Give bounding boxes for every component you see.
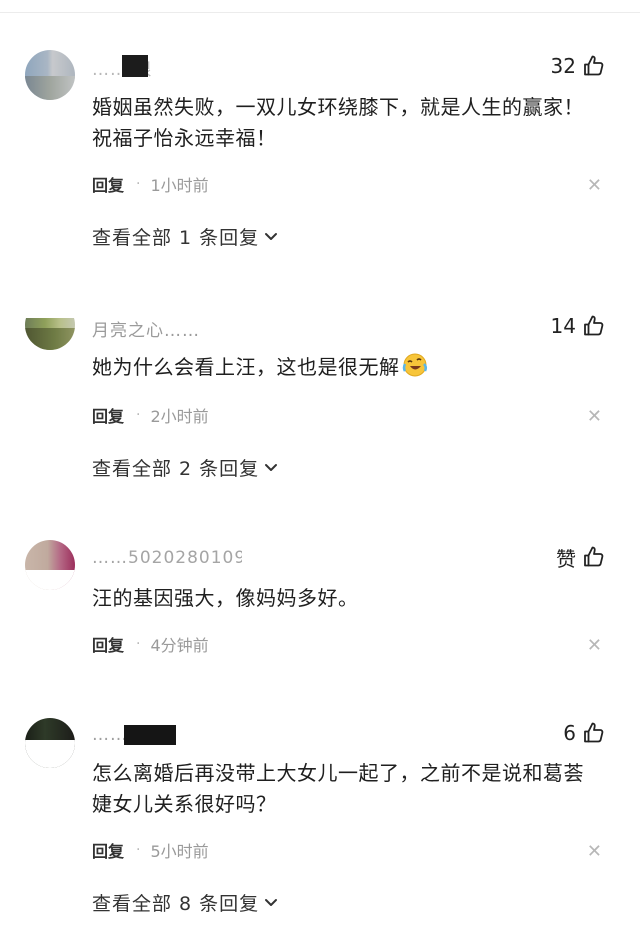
thumbs-up-icon [584, 546, 604, 567]
reply-button[interactable]: 回复 [92, 172, 124, 196]
avatar[interactable] [25, 540, 75, 590]
separator-dot: · [136, 407, 141, 423]
comment-meta: 回复 · 4分钟前 [92, 633, 209, 655]
timestamp: 5小时前 [150, 842, 209, 861]
view-replies-label: 查看全部 8 条回复 [92, 892, 260, 915]
like-button[interactable]: 32 [551, 53, 606, 79]
thumbs-up-icon [584, 315, 604, 336]
timestamp: 2小时前 [150, 407, 209, 426]
separator-dot: · [136, 176, 141, 192]
like-button[interactable]: 赞 [556, 544, 606, 571]
avatar[interactable] [25, 300, 75, 350]
thumbs-up-icon [584, 55, 604, 76]
comment-text-line: 她为什么会看上汪，这也是很无解 [92, 355, 400, 379]
reply-button[interactable]: 回复 [92, 632, 124, 656]
avatar[interactable] [25, 718, 75, 768]
view-replies-button[interactable]: 查看全部 8 条回复 [92, 889, 279, 915]
view-replies-button[interactable]: 查看全部 2 条回复 [92, 454, 279, 480]
chevron-down-icon [265, 464, 278, 471]
comment-text: 怎么离婚后再没带上大女儿一起了，之前不是说和葛荟 婕女儿关系很好吗？ [92, 758, 612, 820]
avatar[interactable] [25, 50, 75, 100]
comment-meta: 回复 · 2小时前 [92, 404, 209, 426]
chevron-down-icon [265, 233, 278, 240]
username[interactable]: ……50202801094 [92, 548, 242, 570]
username-text: …… [92, 725, 128, 745]
comment-meta: 回复 · 5小时前 [92, 839, 209, 861]
comment-text-line: 祝福子怡永远幸福！ [92, 126, 277, 150]
like-count: 6 [563, 721, 576, 745]
comment-text: 婚姻虽然失败，一双儿女环绕膝下，就是人生的赢家！ 祝福子怡永远幸福！ [92, 92, 612, 154]
thumbs-up-icon [584, 722, 604, 743]
close-icon[interactable]: ✕ [587, 637, 602, 655]
close-icon[interactable]: ✕ [587, 408, 602, 426]
view-replies-label: 查看全部 1 条回复 [92, 226, 260, 249]
comment-meta: 回复 · 1小时前 [92, 173, 209, 195]
top-divider [0, 0, 640, 13]
comment-text-line: 婕女儿关系很好吗？ [92, 792, 277, 816]
username[interactable]: …… 根 [92, 55, 242, 77]
like-count: 赞 [556, 546, 576, 571]
comment-text: 她为什么会看上汪，这也是很无解 [92, 352, 612, 387]
username-text: 月亮之心…… [92, 321, 200, 338]
laughing-crying-emoji [402, 352, 428, 387]
like-count: 32 [550, 54, 576, 78]
like-count: 14 [550, 314, 576, 338]
separator-dot: · [136, 842, 141, 858]
view-replies-label: 查看全部 2 条回复 [92, 457, 260, 480]
reply-button[interactable]: 回复 [92, 838, 124, 862]
comment-text: 汪的基因强大，像妈妈多好。 [92, 583, 612, 614]
close-icon[interactable]: ✕ [587, 177, 602, 195]
comment-text-line: 汪的基因强大，像妈妈多好。 [92, 586, 359, 610]
comment-text-line: 婚姻虽然失败，一双儿女环绕膝下，就是人生的赢家！ [92, 95, 584, 119]
chevron-down-icon [265, 899, 278, 906]
close-icon[interactable]: ✕ [587, 843, 602, 861]
like-button[interactable]: 6 [563, 720, 606, 746]
like-button[interactable]: 14 [551, 313, 606, 339]
view-replies-button[interactable]: 查看全部 1 条回复 [92, 223, 279, 249]
comment-text-line: 怎么离婚后再没带上大女儿一起了，之前不是说和葛荟 [92, 761, 584, 785]
reply-button[interactable]: 回复 [92, 403, 124, 427]
username[interactable]: 月亮之心…… [92, 316, 242, 338]
separator-dot: · [136, 636, 141, 652]
username[interactable]: …… [92, 725, 242, 747]
timestamp: 1小时前 [150, 176, 209, 195]
username-text: ……50202801094 [92, 548, 242, 568]
timestamp: 4分钟前 [150, 636, 209, 655]
